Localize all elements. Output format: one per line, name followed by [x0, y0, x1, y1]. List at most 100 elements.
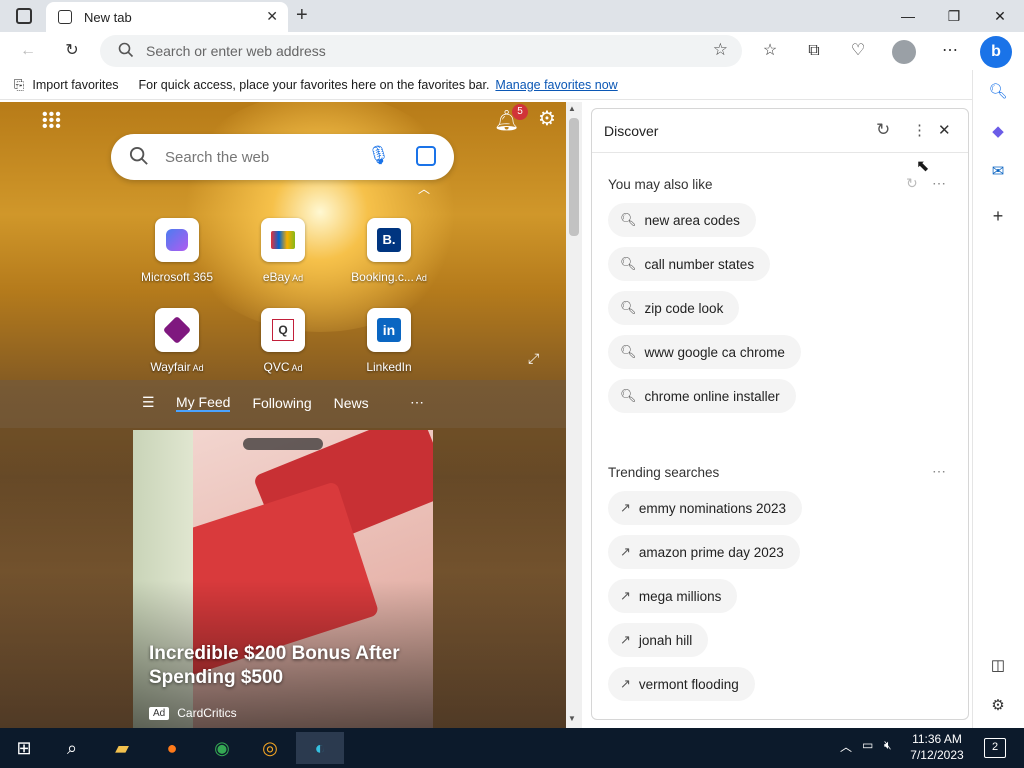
new-tab-page-icon: [58, 10, 72, 24]
scroll-up-icon[interactable]: ▲: [568, 104, 576, 113]
sidebar-outlook-icon[interactable]: ✉: [986, 160, 1010, 184]
discover-title: Discover: [604, 123, 659, 139]
network-icon[interactable]: ▭: [862, 738, 873, 752]
more-options-icon[interactable]: ⋯: [936, 38, 964, 64]
section-more-icon[interactable]: ⋯: [932, 175, 946, 192]
web-search-box[interactable]: Search the web 🎙︎: [111, 134, 454, 180]
firefox-icon[interactable]: ●: [154, 732, 190, 764]
notification-center-icon[interactable]: 2: [984, 738, 1006, 758]
tab-following[interactable]: Following: [252, 395, 311, 411]
search-icon: 🔍︎: [620, 388, 637, 403]
suggestion-chip[interactable]: 🔍︎ chrome online installer: [608, 379, 796, 413]
trending-chip[interactable]: ↗ amazon prime day 2023: [608, 535, 800, 569]
microphone-icon[interactable]: 🎙︎: [367, 145, 390, 166]
sidebar-add-icon[interactable]: +: [986, 204, 1010, 228]
more-feed-icon[interactable]: ⋯: [410, 394, 424, 411]
refresh-icon[interactable]: ↻: [58, 38, 86, 64]
collections-icon[interactable]: ⧉: [800, 38, 828, 64]
edge-icon[interactable]: ◐: [296, 732, 344, 764]
scroll-down-icon[interactable]: ▼: [568, 714, 576, 723]
quick-link-tile[interactable]: in LinkedIn: [334, 308, 444, 374]
window-close-icon[interactable]: ✕: [988, 5, 1012, 27]
chrome-icon[interactable]: ◉: [204, 732, 240, 764]
scrollbar-thumb[interactable]: [569, 118, 579, 236]
search-icon: [129, 146, 149, 169]
back-icon[interactable]: ←: [14, 38, 42, 64]
booking-icon: B.: [367, 218, 411, 262]
suggestion-chip[interactable]: 🔍︎ www google ca chrome: [608, 335, 801, 369]
favorites-icon[interactable]: ☆: [756, 38, 784, 64]
sidebar-settings-icon[interactable]: ⚙: [986, 694, 1010, 718]
linkedin-icon: in: [367, 308, 411, 352]
sidebar-office-icon[interactable]: ◆: [986, 120, 1010, 144]
section-you-may-also-like: You may also like: [608, 177, 713, 192]
visual-search-icon[interactable]: [416, 146, 436, 166]
suggestion-chip[interactable]: 🔍︎ new area codes: [608, 203, 756, 237]
tab-actions-icon[interactable]: [16, 8, 32, 24]
favorite-star-icon[interactable]: ☆: [713, 40, 728, 60]
manage-favorites-link[interactable]: Manage favorites now: [495, 78, 617, 92]
restore-icon[interactable]: ❐: [942, 5, 966, 27]
quick-link-tile[interactable]: eBay Ad: [228, 218, 338, 284]
taskbar-search-icon[interactable]: ⌕: [54, 732, 90, 764]
minimize-icon[interactable]: —: [896, 5, 920, 27]
windows-start-icon[interactable]: ⊞: [6, 732, 42, 764]
sidebar-search-icon[interactable]: 🔍︎: [986, 80, 1010, 104]
card-title[interactable]: Incredible $200 Bonus After Spending $50…: [149, 642, 419, 690]
import-icon: ⎘: [14, 76, 25, 92]
quick-link-tile[interactable]: Wayfair Ad: [122, 308, 232, 374]
show-hidden-icons[interactable]: ︿: [840, 738, 852, 755]
refresh-icon[interactable]: ↻: [876, 120, 890, 140]
tab-new-tab[interactable]: New tab ✕: [46, 2, 288, 32]
quick-link-tile[interactable]: Microsoft 365: [122, 218, 232, 284]
more-vertical-icon[interactable]: ⋮: [912, 121, 927, 139]
bing-copilot-icon[interactable]: b: [980, 36, 1012, 68]
chip-label: emmy nominations 2023: [638, 500, 786, 516]
profile-avatar[interactable]: [892, 40, 916, 64]
new-tab-plus-icon[interactable]: +: [296, 4, 316, 26]
close-pane-icon[interactable]: ✕: [938, 121, 951, 139]
section-more-icon[interactable]: ⋯: [932, 463, 946, 480]
address-bar[interactable]: Search or enter web address ☆: [100, 35, 742, 67]
suggestion-chip[interactable]: 🔍︎ call number states: [608, 247, 771, 281]
tab-title: New tab: [84, 9, 132, 25]
notification-count: 2: [991, 741, 999, 753]
favorites-bar: ⎘ Import favorites For quick access, pla…: [0, 70, 972, 100]
blender-icon[interactable]: ◎: [252, 732, 288, 764]
feed-card[interactable]: Incredible $200 Bonus After Spending $50…: [133, 430, 433, 728]
ad-label: Ad: [192, 363, 204, 373]
quick-link-tile[interactable]: Q QVC Ad: [228, 308, 338, 374]
sidebar-hide-icon[interactable]: ◫: [986, 654, 1010, 678]
chip-label: zip code look: [644, 300, 724, 316]
trending-chip[interactable]: ↗ vermont flooding: [608, 667, 755, 701]
quick-link-tile[interactable]: B. Booking.c... Ad: [334, 218, 444, 284]
new-tab-page: ••• ••• ••• 🔔︎ 5 ⚙ Search the web 🎙︎ ︿ Mic…: [0, 102, 566, 728]
trending-chip[interactable]: ↗ emmy nominations 2023: [608, 491, 802, 525]
carousel-indicator[interactable]: [243, 438, 323, 450]
apps-launcher-icon[interactable]: ••• ••• •••: [42, 107, 62, 135]
trending-chip[interactable]: ↗ jonah hill: [608, 623, 709, 657]
address-placeholder: Search or enter web address: [146, 43, 326, 59]
discover-header: Discover ↻ ⋮ ✕: [592, 109, 968, 153]
ad-label: Ad: [292, 273, 304, 283]
search-icon: 🔍︎: [620, 256, 637, 271]
tab-my-feed[interactable]: My Feed: [176, 394, 231, 412]
trending-chip[interactable]: ↗ mega millions: [608, 579, 738, 613]
tab-news[interactable]: News: [334, 395, 369, 411]
file-explorer-icon[interactable]: ▰: [104, 732, 140, 764]
feed-menu-icon[interactable]: ☰: [142, 394, 155, 411]
system-clock[interactable]: 11:36 AM 7/12/2023: [902, 731, 972, 763]
expand-icon[interactable]: ⤢: [528, 350, 539, 367]
browser-essentials-icon[interactable]: ♡: [844, 38, 872, 64]
section-trending-searches: Trending searches: [608, 465, 720, 480]
microsoft-365-icon: [155, 218, 199, 262]
import-favorites-button[interactable]: Import favorites: [32, 78, 118, 92]
tile-label: Microsoft 365: [140, 270, 214, 284]
volume-muted-icon[interactable]: 🔇︎: [884, 738, 892, 753]
trending-icon: ↗: [620, 500, 631, 515]
collapse-chevron-icon[interactable]: ︿: [418, 180, 430, 197]
suggestion-chip[interactable]: 🔍︎ zip code look: [608, 291, 740, 325]
search-icon: [118, 42, 134, 61]
page-settings-gear-icon[interactable]: ⚙: [538, 106, 556, 131]
close-tab-icon[interactable]: ✕: [266, 8, 278, 25]
